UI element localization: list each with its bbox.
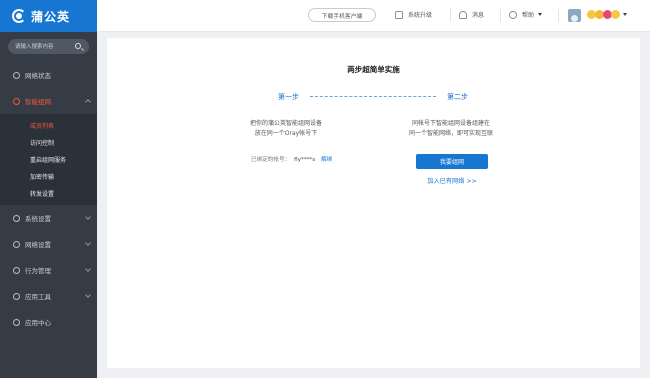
sidebar-submenu: 成员列表 访问控制 重启组网服务 加密传输 转发设置 — [0, 114, 97, 205]
sidebar-item-label: 应用工具 — [25, 293, 51, 301]
user-menu[interactable] — [587, 10, 627, 19]
sidebar-item-system-settings[interactable]: 系统设置 — [0, 205, 97, 231]
network-status-icon — [13, 71, 20, 79]
help-icon — [509, 10, 517, 19]
sidebar-item-behavior-management[interactable]: 行为管理 — [0, 257, 97, 283]
messages-button[interactable]: 消息 — [459, 10, 484, 19]
download-app-button[interactable]: 下载手机客户端 — [308, 8, 376, 22]
sidebar-item-label: 智能组网 — [25, 98, 51, 106]
sidebar-item-label: 网络状态 — [25, 72, 51, 80]
step-one-description: 把你的蒲公英智能组网设备 放在同一个Oray帐号下 — [231, 119, 341, 139]
sidebar-item-label: 应用中心 — [25, 319, 51, 327]
brand-name: 蒲公英 — [31, 9, 71, 24]
create-network-button[interactable]: 我要组网 — [416, 154, 488, 169]
step-one-line: 把你的蒲公英智能组网设备 — [249, 120, 322, 127]
sidebar-item-network-settings[interactable]: 网络设置 — [0, 231, 97, 257]
step-two-line: 同帐号下智能组网设备组建在 — [411, 120, 490, 127]
chevron-down-icon — [85, 266, 91, 272]
step-one-line: 放在同一个Oray帐号下 — [254, 130, 318, 137]
page-title: 两步超简单实施 — [347, 65, 400, 74]
chevron-down-icon — [85, 292, 91, 298]
sidebar-subitem-restart-service[interactable]: 重启组网服务 — [0, 151, 97, 168]
bound-account-row: 已绑定的帐号： fly****s 解绑 — [251, 155, 332, 163]
step-one-label: 第一步 — [278, 93, 299, 101]
divider — [500, 9, 501, 22]
sidebar-subitem-member-list[interactable]: 成员列表 — [0, 117, 97, 134]
username-emoji-icon — [587, 10, 620, 19]
caret-down-icon — [623, 13, 627, 16]
sidebar-subitem-access-control[interactable]: 访问控制 — [0, 134, 97, 151]
caret-down-icon — [538, 13, 543, 16]
help-menu-button[interactable]: 帮助 — [509, 10, 543, 19]
sidebar-subitem-forwarding[interactable]: 转发设置 — [0, 185, 97, 202]
chevron-up-icon — [85, 99, 91, 105]
system-settings-icon — [13, 214, 20, 222]
sidebar: 蒲公英 网络状态 智能组网 成员列表 访问控制 重启组网服务 加密传输 转发设置… — [0, 0, 97, 378]
app-tools-icon — [13, 292, 20, 300]
sidebar-subitem-encrypted-transfer[interactable]: 加密传输 — [0, 168, 97, 185]
messages-label: 消息 — [472, 12, 485, 19]
unbind-link[interactable]: 解绑 — [321, 157, 332, 163]
top-bar: 下载手机客户端 系统升级 消息 帮助 — [97, 0, 650, 32]
sidebar-item-smart-networking[interactable]: 智能组网 — [0, 88, 97, 114]
bound-account-label: 已绑定的帐号： — [251, 157, 291, 163]
search-box — [8, 39, 89, 54]
system-upgrade-button[interactable]: 系统升级 — [395, 10, 432, 19]
sidebar-item-app-tools[interactable]: 应用工具 — [0, 283, 97, 309]
avatar[interactable] — [568, 9, 581, 22]
chevron-down-icon — [85, 240, 91, 246]
sidebar-item-app-center[interactable]: 应用中心 — [0, 309, 97, 335]
app-center-icon — [13, 318, 20, 326]
lock-icon — [395, 10, 403, 19]
step-two-line: 同一个智能网络，即可实现互联 — [408, 130, 493, 137]
chevron-down-icon — [85, 214, 91, 220]
bound-account-value: fly****s — [294, 157, 316, 163]
behavior-management-icon — [13, 266, 20, 274]
sidebar-item-label: 系统设置 — [25, 215, 51, 223]
system-upgrade-label: 系统升级 — [408, 12, 433, 19]
help-label: 帮助 — [522, 12, 535, 19]
sidebar-item-label: 行为管理 — [25, 267, 51, 275]
divider — [450, 9, 451, 22]
divider — [558, 9, 559, 22]
step-two-description: 同帐号下智能组网设备组建在 同一个智能网络，即可实现互联 — [391, 119, 511, 139]
brand-logo[interactable]: 蒲公英 — [0, 0, 97, 32]
join-network-link[interactable]: 加入已有网络 >> — [416, 176, 488, 185]
step-connector — [310, 96, 436, 97]
bell-icon — [459, 10, 467, 19]
setup-card: 两步超简单实施 第一步 第二步 把你的蒲公英智能组网设备 放在同一个Oray帐号… — [107, 38, 640, 368]
step-two-label: 第二步 — [447, 93, 468, 101]
sidebar-item-network-status[interactable]: 网络状态 — [0, 62, 97, 88]
network-settings-icon — [13, 240, 20, 248]
smart-networking-icon — [13, 97, 20, 105]
dandelion-logo-icon — [12, 9, 26, 23]
sidebar-item-label: 网络设置 — [25, 241, 51, 249]
search-icon[interactable] — [75, 43, 81, 49]
